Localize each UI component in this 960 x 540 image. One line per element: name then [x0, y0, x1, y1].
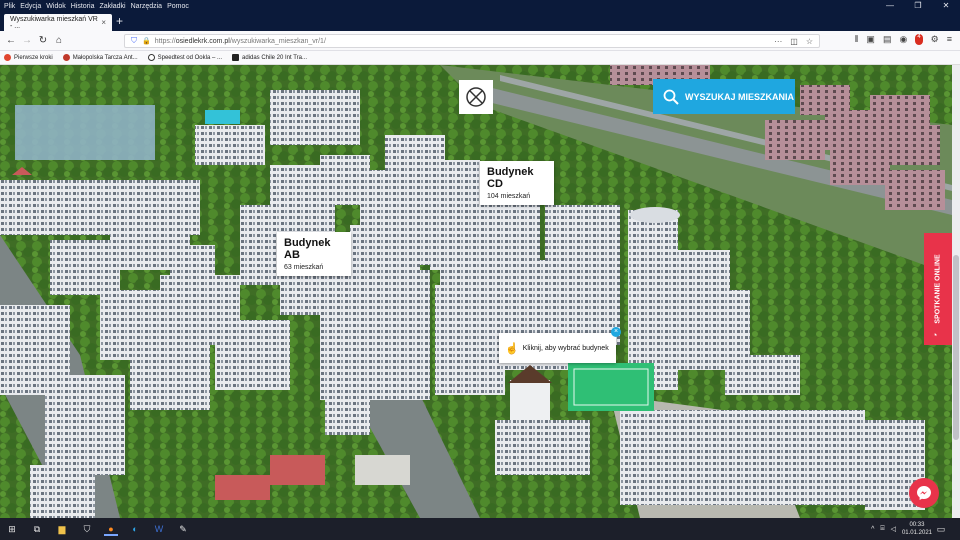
url-host: osiedlekrk.com.pl [175, 37, 230, 45]
building-apartment-count: 63 mieszkań [284, 264, 324, 271]
address-bar[interactable]: ⛉ 🔒 https://osiedlekrk.com.pl/wyszukiwar… [124, 34, 820, 48]
select-building-hint: ☝ Kliknij, aby wybrać budynek [499, 333, 616, 363]
new-tab-button[interactable]: + [116, 15, 123, 28]
tray-chevron-icon[interactable]: ^ [871, 526, 874, 533]
search-apartments-button[interactable]: WYSZUKAJ MIESZKANIA [653, 79, 795, 114]
menu-help[interactable]: Pomoc [167, 3, 189, 10]
tab-close-icon[interactable]: × [101, 18, 106, 27]
menu-bookmarks[interactable]: Zakładki [99, 3, 125, 10]
building-apartment-count: 104 mieszkań [487, 193, 531, 200]
lock-icon: 🔒 [142, 38, 151, 45]
messenger-chat-button[interactable] [909, 478, 939, 508]
extension-icon[interactable]: ⚙ [931, 34, 939, 45]
sidebar-icon[interactable]: ▣ [866, 34, 875, 45]
hand-pointer-icon: ☝ [505, 342, 519, 355]
shield-crest-icon [62, 54, 70, 61]
hamburger-menu-icon[interactable]: ≡ [947, 34, 952, 45]
search-icon [663, 89, 679, 105]
bookmarks-toolbar: Pierwsze kroki Małopolska Tarcza Ant... … [0, 51, 960, 65]
page-scrollbar[interactable] [952, 65, 960, 518]
building-ab-label[interactable]: Budynek AB 63 mieszkań [277, 232, 351, 276]
building-cd-label[interactable]: Budynek CD 104 mieszkań [480, 161, 554, 205]
bookmark-item[interactable]: Małopolska Tarcza Ant... [62, 54, 138, 61]
building-title: Budynek CD [487, 166, 534, 190]
word-icon[interactable]: W [152, 522, 166, 536]
forward-icon[interactable]: → [20, 34, 34, 48]
home-icon[interactable]: ⌂ [52, 34, 66, 48]
scrollbar-thumb[interactable] [953, 255, 959, 440]
reader-icon[interactable]: ▤ [883, 34, 892, 45]
start-icon[interactable]: ⊞ [5, 522, 19, 536]
minimize-button[interactable]: — [876, 0, 904, 12]
clock-date: 01.01.2021 [901, 530, 932, 536]
hint-close-icon[interactable]: × [611, 327, 621, 337]
menu-file[interactable]: Plik [4, 3, 15, 10]
navigation-bar: ← → ↻ ⌂ ⛉ 🔒 https://osiedlekrk.com.pl/wy… [0, 31, 960, 51]
menu-view[interactable]: Widok [46, 3, 65, 10]
online-meeting-tab[interactable]: SPOTKANIE ONLINE ◔ [924, 233, 952, 345]
system-tray: ^ ⌸ ◁ 00:33 01.01.2021 [871, 521, 932, 537]
rotate-view-button[interactable] [459, 80, 493, 114]
restore-button[interactable]: ❐ [904, 0, 932, 12]
adidas-icon [231, 54, 239, 61]
search-apartments-label: WYSZUKAJ MIESZKANIA [685, 91, 795, 102]
bookmark-item[interactable]: Pierwsze kroki [4, 54, 53, 61]
url-path: /wyszukiwarka_mieszkan_vr/1/ [229, 37, 326, 45]
page-actions-icon[interactable]: ··· [774, 37, 782, 46]
building-title: Budynek AB [284, 237, 331, 261]
notifications-icon[interactable]: ▭ [934, 522, 948, 536]
task-view-icon[interactable]: ⧉ [30, 522, 44, 536]
close-window-button[interactable]: ✕ [932, 0, 960, 12]
file-explorer-icon[interactable]: ▆ [55, 522, 69, 536]
online-meeting-label: SPOTKANIE ONLINE [934, 254, 942, 324]
tab-bar: Wyszukiwarka mieszkań VR - ... × + [0, 12, 960, 31]
network-icon[interactable]: ⌸ [880, 525, 884, 533]
menu-edit[interactable]: Edycja [20, 3, 41, 10]
estate-3d-view[interactable]: Budynek CD 104 mieszkań Budynek AB 63 mi… [0, 65, 952, 518]
windows-taskbar: ⊞ ⧉ ▆ ⛉ ● ◐ W ✎ ^ ⌸ ◁ 00:33 01.01.2021 ▭ [0, 518, 960, 540]
hint-text: Kliknij, aby wybrać budynek [522, 344, 609, 352]
pocket-icon[interactable]: ◫ [790, 37, 798, 46]
menu-history[interactable]: Historia [71, 3, 95, 10]
reload-icon[interactable]: ↻ [36, 34, 50, 48]
bookmark-star-icon[interactable]: ☆ [806, 37, 813, 46]
store-icon[interactable]: ⛉ [80, 522, 94, 536]
tab-title: Wyszukiwarka mieszkań VR - ... [10, 15, 98, 30]
url-scheme: https:// [154, 37, 176, 45]
tab-active[interactable]: Wyszukiwarka mieszkań VR - ... × [4, 14, 112, 31]
bookmark-item[interactable]: adidas Chile 20 Int Tra... [231, 54, 307, 61]
app-icon[interactable]: ✎ [176, 522, 190, 536]
clock-time: 00:33 [909, 522, 925, 528]
chat-bubble-icon: ◔ [932, 330, 938, 340]
menu-tools[interactable]: Narzędzia [131, 3, 163, 10]
firefox-icon [4, 54, 11, 61]
firefox-taskbar-icon[interactable]: ● [104, 522, 118, 536]
bookmark-item[interactable]: Speedtest od Ookla – ... [147, 54, 222, 61]
estate-render [0, 65, 952, 518]
account-icon[interactable]: ◉ [899, 34, 907, 45]
messenger-icon [917, 486, 931, 500]
menu-bar: Plik Edycja Widok Historia Zakładki Narz… [0, 0, 960, 12]
speedtest-icon [147, 54, 155, 61]
compass-icon [466, 87, 486, 107]
shield-icon: ⛉ [131, 36, 137, 45]
edge-icon[interactable]: ◐ [128, 522, 142, 536]
volume-icon[interactable]: ◁ [891, 525, 896, 533]
library-icon[interactable]: ⫴ [855, 34, 859, 45]
clock[interactable]: 00:33 01.01.2021 [902, 521, 932, 537]
back-icon[interactable]: ← [4, 34, 18, 48]
extension-badge[interactable]: 4 [915, 34, 923, 45]
